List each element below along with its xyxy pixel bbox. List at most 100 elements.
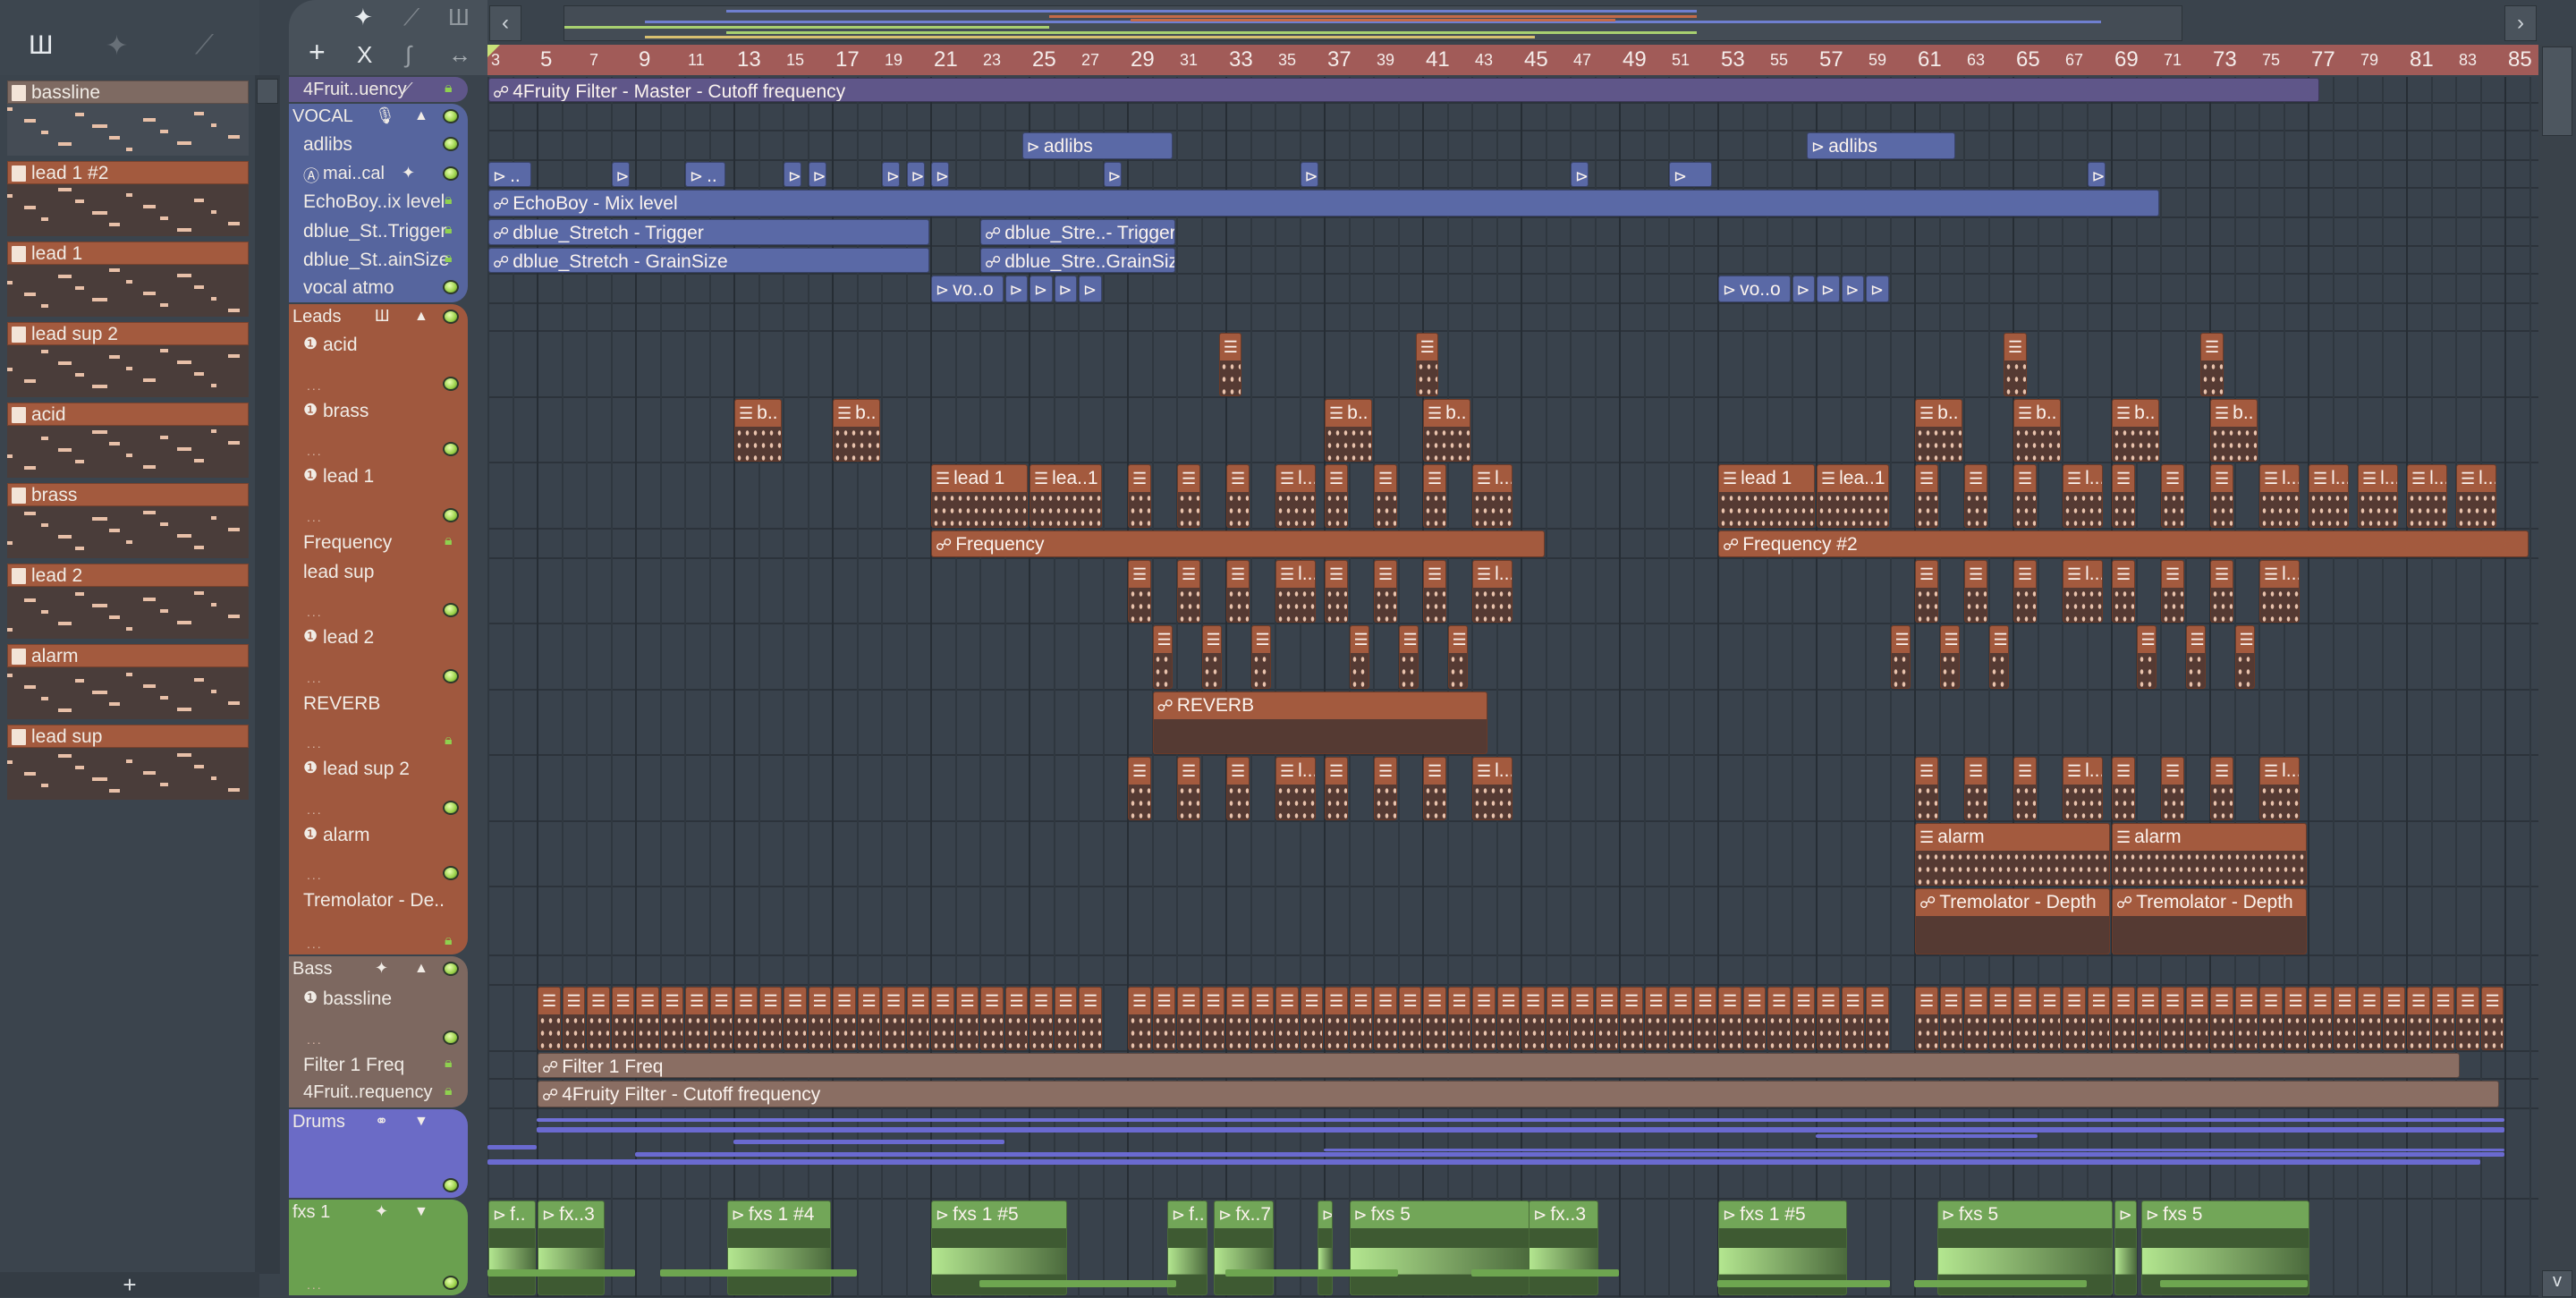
pattern-clip[interactable]: ☰ [1423,560,1446,623]
pattern-clip[interactable]: ☰l... [1472,464,1513,528]
pattern-clip[interactable]: ☰ [2112,560,2135,623]
pattern-clip[interactable]: ☰l... [1472,757,1513,820]
automation-clip[interactable]: ☍ Tremolator - Depth [1915,888,2110,954]
expand-arrow-icon[interactable]: ▼ [414,1114,428,1130]
pattern-clip[interactable]: ☰ [1620,987,1643,1050]
pattern-clip[interactable]: ☰ [2200,333,2224,396]
pattern-clip[interactable]: ☰ lea..1 [1030,464,1102,528]
pattern-item[interactable]: lead 1 #2 [7,161,249,236]
ruler-bar-number[interactable]: 47 [1573,47,1591,73]
pattern-clip[interactable]: ☰ [1201,625,1223,689]
pattern-clip[interactable]: ☰ [1201,987,1224,1050]
pattern-clip[interactable]: ☰ [1792,987,1815,1050]
ruler-bar-number[interactable]: 67 [2065,47,2083,73]
pattern-clip[interactable]: ☰l... [2259,464,2300,528]
audio-clip[interactable]: ⊳ [2114,1200,2138,1295]
fx-clip-strip[interactable] [659,1269,857,1277]
pattern-clip[interactable]: ☰ [1521,987,1545,1050]
pattern-clip[interactable]: ☰ [2112,757,2135,820]
ruler-bar-number[interactable]: 83 [2459,47,2477,73]
ruler-bar-number[interactable]: 85 [2508,47,2532,73]
pattern-clip[interactable]: ☰l... [1472,560,1513,623]
pattern-clip[interactable]: ☰ [2407,987,2430,1050]
pattern-clip[interactable]: ☰ [1988,987,2012,1050]
fx-clip-strip[interactable] [979,1280,1176,1287]
track-name[interactable]: REVERB [303,693,380,715]
pattern-clip[interactable]: ☰ [1546,987,1569,1050]
pattern-clip[interactable]: ☰ [1742,987,1766,1050]
pattern-clip[interactable]: ☰ b.. [833,399,880,462]
pattern-clip[interactable]: ☰ [2013,464,2037,528]
ruler-bar-number[interactable]: 11 [688,47,705,73]
lock-icon[interactable]: 🔒︎ [445,81,459,97]
pattern-clip[interactable]: ☰ [1718,987,1741,1050]
fx-clip-strip[interactable] [2160,1280,2308,1287]
pattern-clip[interactable]: ☰ [1374,560,1397,623]
pattern-clip[interactable]: ☰ [1177,464,1200,528]
pattern-clip[interactable]: ☰ [1152,987,1175,1050]
track-enable-led[interactable] [443,866,459,880]
ruler-bar-number[interactable]: 43 [1475,47,1493,73]
track-header[interactable]: ❶ lead 2... [289,624,468,691]
pattern-clip[interactable]: ☰ [1054,987,1077,1050]
pattern-clip[interactable]: ☰ [1447,625,1469,689]
ruler-bar-number[interactable]: 45 [1524,47,1548,73]
pattern-clip[interactable]: ☰ [1226,560,1250,623]
ruler-bar-number[interactable]: 25 [1032,47,1056,73]
track-header[interactable]: 4Fruit..uency ⟋ 🔒︎ [289,77,468,104]
track-header[interactable]: ❶ bassline... [289,986,468,1052]
drum-pattern-bar[interactable] [537,1118,2504,1122]
audio-clip[interactable]: ⊳ [882,162,900,187]
pattern-clip[interactable]: ☰ [857,987,880,1050]
pattern-clip[interactable]: ☰ [1939,625,1961,689]
pattern-clip[interactable]: ☰ [2309,987,2332,1050]
pattern-clip[interactable]: ☰ [562,987,585,1050]
pattern-clip[interactable]: ☰ [1325,464,1348,528]
pattern-clip[interactable]: ☰ [2333,987,2356,1050]
ruler-bar-number[interactable]: 17 [835,47,860,73]
audio-clip[interactable]: ⊳ [906,162,925,187]
drum-pattern-bar[interactable] [487,1145,537,1150]
vertical-scrollbar[interactable] [2538,45,2576,1297]
pattern-clip[interactable]: ☰ b.. [1423,399,1470,462]
automation-clip[interactable]: ☍ dblue_Stre..GrainSize [980,248,1175,273]
pattern-clip[interactable]: ☰ [1128,464,1151,528]
pattern-clip[interactable]: ☰ [1226,987,1250,1050]
track-name[interactable]: brass [323,401,369,422]
pattern-clip[interactable]: ☰ [1128,987,1151,1050]
automation-clip[interactable]: ☍ REVERB [1152,691,1488,754]
pattern-clip[interactable]: ☰ [784,987,807,1050]
audio-clip[interactable]: ⊳ fxs 5 [1349,1200,1530,1295]
pattern-clip[interactable]: ☰ [1218,333,1242,396]
pattern-item-header[interactable]: brass [7,483,249,506]
audio-clip[interactable]: ⊳ [784,162,801,187]
track-enable-led[interactable] [443,1031,459,1045]
pattern-clip[interactable]: ☰ [2358,987,2381,1050]
audio-clip[interactable]: ⊳ [1317,1200,1333,1295]
audio-clip[interactable]: ⊳ [611,162,630,187]
piano-roll-icon[interactable]: Ш [29,30,54,61]
audio-filter-icon[interactable]: ✦ [353,4,373,31]
pattern-clip[interactable]: ☰ [1177,757,1200,820]
track-header[interactable]: ❶ lead 1... [289,463,468,530]
fx-clip-strip[interactable] [1914,1280,2087,1287]
pattern-item[interactable]: alarm [7,644,249,719]
pattern-clip[interactable]: ☰ [1423,464,1446,528]
pattern-clip[interactable]: ☰ [2210,560,2233,623]
pattern-clip[interactable]: ☰ [1152,625,1174,689]
pattern-clip[interactable]: ☰ [538,987,561,1050]
pattern-clip[interactable]: ☰l... [2259,757,2300,820]
swap-icon[interactable]: ↔ [448,41,471,69]
automation-clip[interactable]: ☍ Filter 1 Freq [538,1053,2460,1078]
audio-clip[interactable]: ⊳ [1817,276,1840,302]
track-name[interactable]: VOCAL [292,106,353,127]
pattern-clip[interactable]: ☰ [931,987,954,1050]
pattern-clip[interactable]: ☰ alarm [1915,823,2110,886]
pattern-clip[interactable]: ☰ [1939,987,1962,1050]
audio-clip[interactable]: ⊳ fx..3 [1529,1200,1598,1295]
pattern-clip[interactable]: ☰l... [2407,464,2447,528]
pattern-clip[interactable]: ☰ [587,987,610,1050]
audio-clip[interactable]: ⊳ adlibs [1021,132,1174,159]
audio-clip[interactable]: ⊳.. [685,162,725,187]
track-header[interactable]: Drums ⚭ ▼ [289,1109,468,1200]
